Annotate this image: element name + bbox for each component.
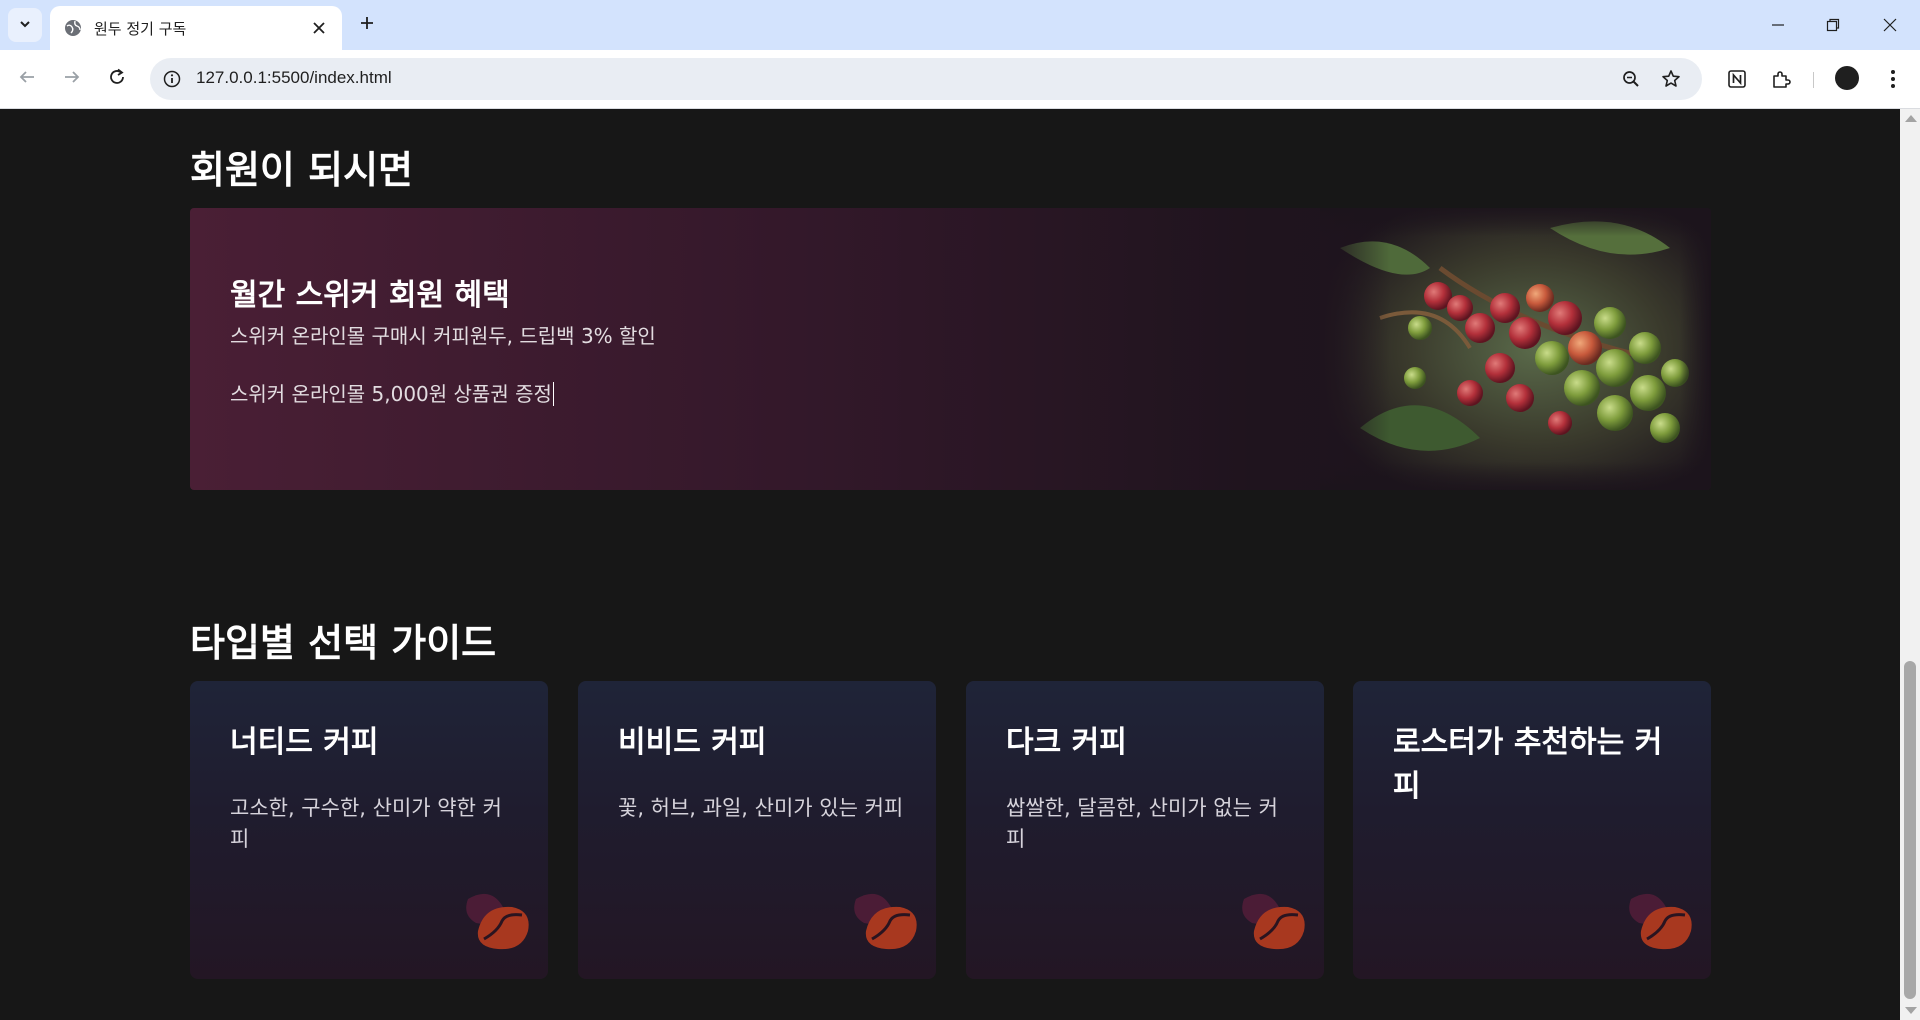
plus-icon (359, 15, 375, 35)
coffee-bean-icon (1629, 893, 1692, 950)
new-tab-button[interactable] (354, 12, 380, 38)
profile-avatar[interactable] (1835, 66, 1859, 90)
benefit-item: 스위커 온라인몰 구매시 커피원두, 드립백 3% 할인 (230, 324, 656, 348)
page-viewport: 회원이 되시면 월간 스위커 회원 혜택 스위커 온라인몰 구매시 커피원두, … (0, 109, 1900, 1020)
coffee-cherries-image (1320, 208, 1711, 490)
reload-icon (108, 68, 126, 90)
zoom-icon[interactable] (1619, 67, 1643, 91)
guide-card-description: 꽃, 허브, 과일, 산미가 있는 커피 (618, 796, 904, 820)
guide-card-vivid[interactable]: 비비드 커피 꽃, 허브, 과일, 산미가 있는 커피 (578, 681, 936, 979)
notion-extension-icon[interactable] (1724, 66, 1750, 92)
restore-button[interactable] (1820, 12, 1846, 38)
benefit-item: 스위커 온라인몰 5,000원 상품권 증정 (230, 382, 552, 406)
guide-card-title: 너티드 커피 (230, 725, 379, 760)
chevron-down-icon (18, 16, 32, 35)
more-menu-icon[interactable] (1880, 66, 1906, 92)
back-button[interactable] (13, 65, 41, 93)
scroll-down-arrow[interactable] (1905, 1007, 1917, 1014)
guide-card-roaster-pick[interactable]: 로스터가 추천하는 커피 (1353, 681, 1711, 979)
scrollbar-thumb[interactable] (1904, 661, 1916, 999)
bookmark-star-icon[interactable] (1659, 67, 1683, 91)
type-guide-cards: 너티드 커피 고소한, 구수한, 산미가 약한 커피 비비드 커피 꽃, 허브,… (190, 681, 1711, 979)
membership-section-title: 회원이 되시면 (190, 148, 413, 192)
guide-card-description: 쌉쌀한, 달콤한, 산미가 없는 커피 (1006, 796, 1278, 851)
globe-icon (64, 19, 82, 37)
tab-search-button[interactable] (8, 8, 42, 42)
close-window-button[interactable] (1877, 12, 1903, 38)
reload-button[interactable] (103, 65, 131, 93)
scroll-up-arrow[interactable] (1905, 115, 1917, 122)
arrow-left-icon (18, 68, 36, 90)
minimize-button[interactable] (1765, 12, 1791, 38)
guide-card-title: 로스터가 추천하는 커피 (1393, 725, 1663, 804)
guide-card-nutty[interactable]: 너티드 커피 고소한, 구수한, 산미가 약한 커피 (190, 681, 548, 979)
guide-card-description: 고소한, 구수한, 산미가 약한 커피 (230, 796, 502, 851)
benefit-card-title: 월간 스위커 회원 혜택 (230, 278, 510, 313)
address-bar[interactable]: 127.0.0.1:5500/index.html (150, 58, 1702, 100)
browser-tab-active[interactable]: 원두 정기 구독 (50, 6, 342, 50)
membership-benefit-card: 월간 스위커 회원 혜택 스위커 온라인몰 구매시 커피원두, 드립백 3% 할… (190, 208, 1711, 490)
coffee-bean-icon (854, 893, 917, 950)
vertical-scrollbar[interactable] (1900, 109, 1920, 1020)
browser-toolbar: 127.0.0.1:5500/index.html (0, 50, 1920, 109)
guide-card-title: 다크 커피 (1006, 725, 1127, 760)
guide-card-dark[interactable]: 다크 커피 쌉쌀한, 달콤한, 산미가 없는 커피 (966, 681, 1324, 979)
url-text[interactable]: 127.0.0.1:5500/index.html (196, 68, 392, 88)
close-tab-icon[interactable] (310, 19, 328, 37)
tab-title: 원두 정기 구독 (94, 19, 187, 38)
forward-button[interactable] (58, 65, 86, 93)
extensions-puzzle-icon[interactable] (1768, 66, 1794, 92)
guide-section-title: 타입별 선택 가이드 (190, 621, 497, 665)
arrow-right-icon (63, 68, 81, 90)
toolbar-divider (1813, 72, 1814, 88)
browser-tab-strip: 원두 정기 구독 (0, 0, 1920, 50)
coffee-bean-icon (466, 893, 529, 950)
guide-card-title: 비비드 커피 (618, 725, 767, 760)
coffee-bean-icon (1242, 893, 1305, 950)
text-cursor (552, 382, 554, 406)
site-info-icon[interactable] (160, 67, 184, 91)
